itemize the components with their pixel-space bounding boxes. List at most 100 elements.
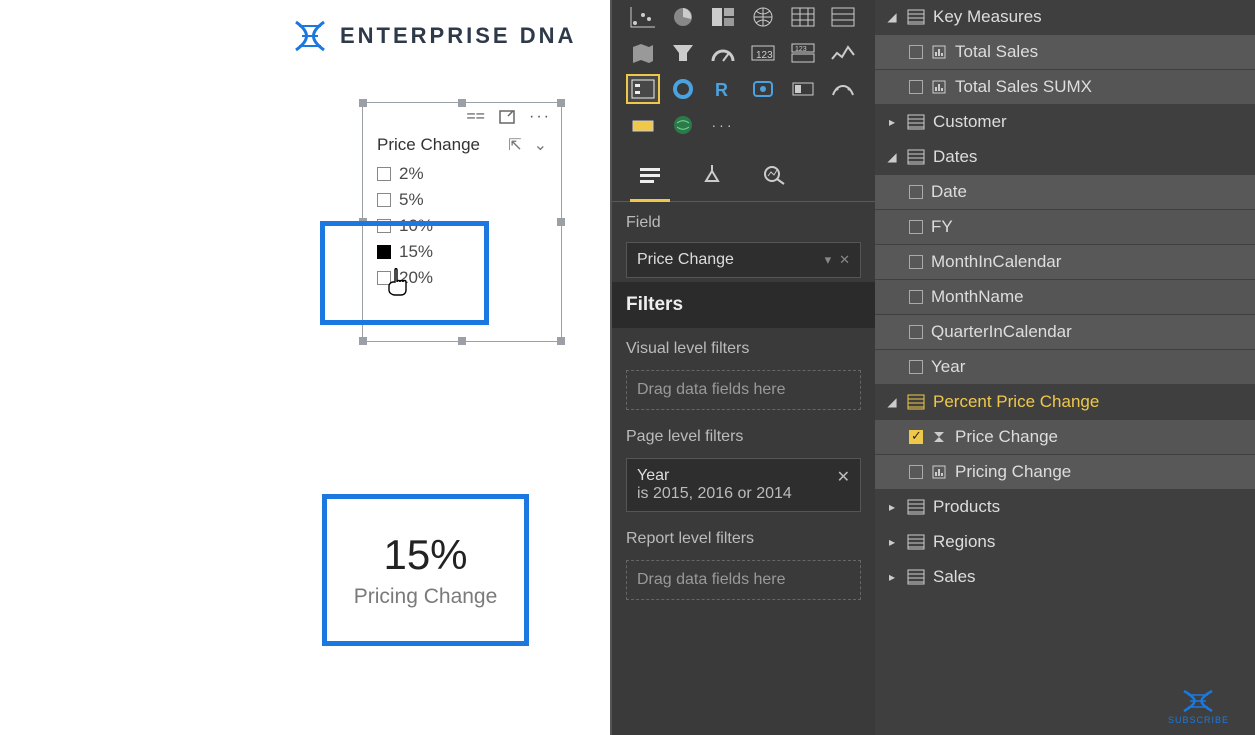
expand-icon[interactable]: ▸	[885, 535, 899, 549]
focus-mode-icon[interactable]	[499, 110, 515, 124]
expand-icon[interactable]: ▸	[885, 570, 899, 584]
fields-tab[interactable]	[634, 156, 666, 201]
viz-scatter-icon[interactable]	[626, 2, 660, 32]
brand-text: ENTERPRISE DNA	[340, 23, 576, 49]
field-checkbox[interactable]	[909, 360, 923, 374]
field-item[interactable]: Total Sales SUMX	[875, 70, 1255, 105]
field-item[interactable]: FY	[875, 210, 1255, 245]
resize-handle[interactable]	[359, 218, 367, 226]
viz-treemap-icon[interactable]	[706, 2, 740, 32]
viz-custom1-icon[interactable]	[746, 74, 780, 104]
field-table-percentpricechange[interactable]: ◢ Percent Price Change	[875, 385, 1255, 420]
viz-custom3-icon[interactable]	[826, 74, 860, 104]
resize-handle[interactable]	[458, 337, 466, 345]
resize-handle[interactable]	[557, 99, 565, 107]
expand-icon[interactable]: ▸	[885, 115, 899, 129]
viz-map-icon[interactable]	[746, 2, 780, 32]
viz-matrix-icon[interactable]	[786, 2, 820, 32]
field-table-keymeasures[interactable]: ◢ Key Measures	[875, 0, 1255, 35]
checkbox-checked-icon[interactable]	[377, 245, 391, 259]
visual-filters-dropzone[interactable]: Drag data fields here	[626, 370, 861, 410]
remove-field-icon[interactable]: ✕	[839, 252, 850, 268]
viz-custom4-icon[interactable]	[626, 110, 660, 140]
viz-arcgis-icon[interactable]	[666, 110, 700, 140]
field-checkbox-checked[interactable]	[909, 430, 923, 444]
viz-funnel-icon[interactable]	[666, 38, 700, 68]
slicer-option[interactable]: 5%	[375, 187, 549, 213]
field-table-label: Sales	[933, 567, 1245, 587]
checkbox-icon[interactable]	[377, 193, 391, 207]
page-filter-chip[interactable]: Year is 2015, 2016 or 2014 ✕	[626, 458, 861, 512]
slicer-option[interactable]: 15%	[375, 239, 549, 265]
field-checkbox[interactable]	[909, 220, 923, 234]
field-checkbox[interactable]	[909, 45, 923, 59]
viz-donut-icon[interactable]	[666, 74, 700, 104]
subscribe-badge[interactable]: SUBSCRIBE	[1168, 687, 1229, 725]
table-icon	[907, 114, 925, 130]
viz-pie-icon[interactable]	[666, 2, 700, 32]
resize-handle[interactable]	[458, 99, 466, 107]
table-icon	[907, 569, 925, 585]
field-checkbox[interactable]	[909, 185, 923, 199]
resize-handle[interactable]	[359, 99, 367, 107]
slicer-visual[interactable]: == ··· Price Change ⇱ ⌄ 2% 5% 10% 15% 20…	[362, 102, 562, 342]
field-item[interactable]: Pricing Change	[875, 455, 1255, 490]
viz-filledmap-icon[interactable]	[626, 38, 660, 68]
field-checkbox[interactable]	[909, 255, 923, 269]
field-item[interactable]: MonthName	[875, 280, 1255, 315]
field-item-label: Total Sales	[955, 42, 1245, 62]
svg-text:123: 123	[756, 50, 773, 61]
collapse-icon[interactable]: ◢	[885, 395, 899, 409]
slicer-option[interactable]: 20%	[375, 265, 549, 291]
resize-handle[interactable]	[557, 218, 565, 226]
field-item[interactable]: Price Change	[875, 420, 1255, 455]
report-filters-dropzone[interactable]: Drag data fields here	[626, 560, 861, 600]
field-checkbox[interactable]	[909, 290, 923, 304]
resize-handle[interactable]	[359, 337, 367, 345]
field-well[interactable]: Price Change ▾ ✕	[626, 242, 861, 278]
analytics-tab[interactable]	[758, 156, 790, 201]
field-item[interactable]: MonthInCalendar	[875, 245, 1255, 280]
format-tab[interactable]	[696, 156, 728, 201]
field-item[interactable]: Date	[875, 175, 1255, 210]
collapse-icon[interactable]: ◢	[885, 150, 899, 164]
viz-r-icon[interactable]: R	[706, 74, 740, 104]
svg-text:123: 123	[795, 46, 807, 53]
field-checkbox[interactable]	[909, 465, 923, 479]
field-table-customer[interactable]: ▸ Customer	[875, 105, 1255, 140]
slicer-option[interactable]: 2%	[375, 161, 549, 187]
more-options-icon[interactable]: ···	[529, 108, 551, 126]
report-canvas[interactable]: ENTERPRISE DNA == ··· Price Change ⇱ ⌄ 2…	[0, 0, 610, 735]
field-well-value: Price Change	[637, 251, 734, 269]
resize-handle[interactable]	[557, 337, 565, 345]
field-checkbox[interactable]	[909, 80, 923, 94]
remove-filter-icon[interactable]: ✕	[837, 467, 850, 487]
viz-gauge-icon[interactable]	[706, 38, 740, 68]
collapse-icon[interactable]: ◢	[885, 10, 899, 24]
viz-custom2-icon[interactable]	[786, 74, 820, 104]
chevron-down-icon[interactable]: ▾	[825, 252, 832, 268]
viz-table-icon[interactable]	[826, 2, 860, 32]
card-visual[interactable]: 15% Pricing Change	[322, 494, 529, 646]
chevron-down-icon[interactable]: ⌄	[534, 135, 547, 155]
clear-selection-icon[interactable]: ⇱	[508, 135, 521, 155]
field-item[interactable]: Year	[875, 350, 1255, 385]
field-table-products[interactable]: ▸ Products	[875, 490, 1255, 525]
field-item[interactable]: Total Sales	[875, 35, 1255, 70]
field-table-sales[interactable]: ▸ Sales	[875, 560, 1255, 595]
field-table-dates[interactable]: ◢ Dates	[875, 140, 1255, 175]
checkbox-icon[interactable]	[377, 167, 391, 181]
slicer-option[interactable]: 10%	[375, 213, 549, 239]
expand-icon[interactable]: ▸	[885, 500, 899, 514]
field-item[interactable]: QuarterInCalendar	[875, 315, 1255, 350]
viz-card-icon[interactable]: 123	[746, 38, 780, 68]
viz-multirow-icon[interactable]: 123	[786, 38, 820, 68]
viz-more-icon[interactable]: ···	[706, 110, 740, 140]
drag-handle-icon[interactable]: ==	[466, 108, 485, 126]
viz-slicer-icon[interactable]	[626, 74, 660, 104]
field-checkbox[interactable]	[909, 325, 923, 339]
checkbox-icon[interactable]	[377, 271, 391, 285]
checkbox-icon[interactable]	[377, 219, 391, 233]
field-table-regions[interactable]: ▸ Regions	[875, 525, 1255, 560]
viz-kpi-icon[interactable]	[826, 38, 860, 68]
